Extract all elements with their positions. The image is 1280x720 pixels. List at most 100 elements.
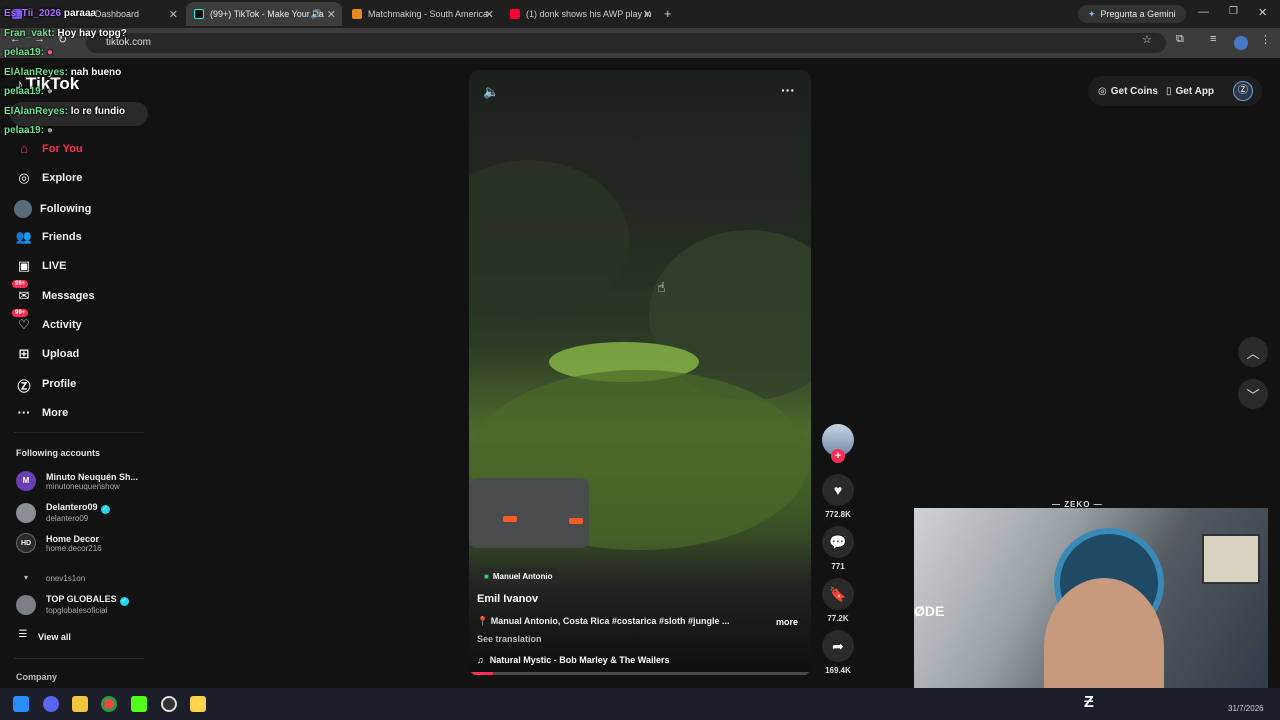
nav-explore[interactable]: ◎ Explore xyxy=(14,170,82,186)
following-account[interactable]: HD Home Decor home.decor216 xyxy=(16,533,146,553)
close-icon[interactable]: ✕ xyxy=(169,8,178,21)
chat-message: pelaa19: ● xyxy=(4,86,53,97)
home-icon: ⌂ xyxy=(20,141,28,156)
bookmark-star-icon[interactable]: ☆ xyxy=(1142,33,1152,46)
close-icon[interactable]: ✕ xyxy=(327,8,336,21)
following-account[interactable]: ▾ onev1s1on xyxy=(16,568,146,588)
location-tag[interactable]: ■ Manuel Antonio xyxy=(479,568,558,584)
nav-label: Following xyxy=(40,203,92,215)
chat-message: ElAlanReyes: nah bueno xyxy=(4,67,122,78)
browser-tab[interactable]: Matchmaking - South America ✕ xyxy=(344,2,500,26)
account-name: Minuto Neuquén Sh... xyxy=(46,471,138,482)
nav-more[interactable]: ··· More xyxy=(14,405,69,421)
profile-avatar[interactable] xyxy=(1234,36,1248,50)
sidebar: ♪ TikTok ⌕ ⌂ For You ◎ Explore Following… xyxy=(0,58,150,688)
browser-tab-active[interactable]: (99+) TikTok - Make Your Da 🔊 ✕ xyxy=(186,2,342,26)
volume-icon[interactable]: 🔈 xyxy=(483,84,499,100)
get-app-button[interactable]: ▯ Get App xyxy=(1166,80,1214,102)
next-video-button[interactable]: ﹀ xyxy=(1238,379,1268,409)
avatar: M xyxy=(16,471,36,491)
nav-label: Friends xyxy=(42,231,82,243)
media-queue-icon[interactable]: ≡ xyxy=(1210,33,1216,45)
extensions-icon[interactable]: ⧉ xyxy=(1176,33,1184,46)
app-icon[interactable] xyxy=(190,696,206,712)
account-name: Home Decor xyxy=(46,533,100,544)
video-progress-track[interactable] xyxy=(469,672,811,675)
nav-label: For You xyxy=(42,143,83,155)
comment-button[interactable]: 💬 xyxy=(822,526,854,558)
location-label: Manuel Antonio xyxy=(492,571,553,581)
chat-message: ElAlanReyes: lo re fundio xyxy=(4,106,126,117)
speaker-icon[interactable]: 🔊 xyxy=(311,9,322,20)
close-icon[interactable]: ✕ xyxy=(485,8,494,21)
video-player[interactable]: 🔈 ··· ■ Manuel Antonio Emil Ivanov 📍 Man… xyxy=(469,70,811,676)
nav-for-you[interactable]: ⌂ For You xyxy=(14,141,83,157)
account-name: TOP GLOBALES xyxy=(46,594,117,604)
user-avatar-button[interactable]: Ⓩ xyxy=(1233,81,1253,101)
list-icon: ☰ xyxy=(18,629,28,640)
nav-activity[interactable]: ♡ 99+ Activity xyxy=(12,309,82,333)
nav-label: Upload xyxy=(42,348,80,360)
activity-icon: ♡ 99+ xyxy=(12,309,34,333)
heart-icon: ♥ xyxy=(833,482,843,498)
see-translation-link[interactable]: See translation xyxy=(477,634,542,644)
wolf-avatar-icon: ▾ xyxy=(23,573,28,582)
following-account[interactable]: M Minuto Neuquén Sh... minutoneuquenshow xyxy=(16,471,146,491)
discord-icon[interactable] xyxy=(43,696,59,712)
minimize-button[interactable]: — xyxy=(1198,6,1209,18)
browser-tab[interactable]: (1) donk shows his AWP play in ✕ xyxy=(502,2,658,26)
browser-toolbar: ← → ↻ tiktok.com ☆ ⧉ ≡ ⋮ xyxy=(0,28,1280,58)
windows-start-icon[interactable] xyxy=(13,696,29,712)
account-handle: delantero09 xyxy=(46,514,89,523)
verified-icon: ✓ xyxy=(100,505,110,514)
faceit-favicon-icon xyxy=(352,9,362,19)
tab-title: Matchmaking - South America xyxy=(368,9,489,19)
nav-upload[interactable]: ⊞ Upload xyxy=(14,346,80,362)
company-link[interactable]: Company xyxy=(16,672,57,682)
music-title: Natural Mystic - Bob Marley & The Wailer… xyxy=(489,655,670,665)
caption-more-button[interactable]: more xyxy=(776,617,798,627)
following-account[interactable]: Delantero09 ✓ delantero09 xyxy=(16,502,146,523)
video-author[interactable]: Emil Ivanov xyxy=(477,593,538,605)
maximize-button[interactable]: ❐ xyxy=(1229,6,1238,17)
nav-friends[interactable]: 👥 Friends xyxy=(14,229,82,245)
get-app-label: Get App xyxy=(1175,85,1215,97)
address-bar[interactable]: tiktok.com xyxy=(86,33,1166,53)
video-progress-fill xyxy=(469,672,493,675)
kick-icon[interactable] xyxy=(131,696,147,712)
new-tab-button[interactable]: + xyxy=(664,6,672,21)
youtube-favicon-icon xyxy=(510,9,520,19)
like-button[interactable]: ♥ xyxy=(822,474,854,506)
avatar: HD xyxy=(16,533,36,553)
chat-message: Es_Tii_2026 paraaa xyxy=(4,8,97,19)
music-link[interactable]: ♫ Natural Mystic - Bob Marley & The Wail… xyxy=(477,655,669,665)
view-all-link[interactable]: ☰ View all xyxy=(16,629,71,645)
window-close-button[interactable]: ✕ xyxy=(1258,6,1267,19)
close-icon[interactable]: ✕ xyxy=(643,8,652,21)
zeko-logo-icon: Ƶ xyxy=(1084,694,1094,711)
nav-profile[interactable]: Ⓩ Profile xyxy=(14,376,76,394)
nav-live[interactable]: ▣ LIVE xyxy=(14,258,67,274)
folder-icon[interactable] xyxy=(72,696,88,712)
divider xyxy=(14,658,144,659)
following-account[interactable]: TOP GLOBALES ✓ topglobalesoficial xyxy=(16,594,146,615)
account-handle: topglobalesoficial xyxy=(46,606,108,615)
account-handle: onev1s1on xyxy=(46,573,86,583)
nav-label: Explore xyxy=(42,172,83,184)
previous-video-button[interactable]: ︿ xyxy=(1238,337,1268,367)
share-button[interactable]: ➦ xyxy=(822,630,854,662)
save-button[interactable]: 🔖 xyxy=(822,578,854,610)
car xyxy=(469,478,589,548)
nav-messages[interactable]: ✉ 99+ Messages xyxy=(12,280,95,304)
nav-following[interactable]: Following xyxy=(14,200,91,218)
get-coins-button[interactable]: ◎ Get Coins xyxy=(1098,80,1158,102)
chrome-icon[interactable] xyxy=(101,696,117,712)
gemini-button[interactable]: ✦ Pregunta a Gemini xyxy=(1078,5,1186,23)
emote-icon: ● xyxy=(46,47,53,58)
more-options-icon[interactable]: ··· xyxy=(781,82,795,98)
follow-plus-button[interactable]: + xyxy=(831,449,845,463)
following-heading: Following accounts xyxy=(16,448,101,458)
chrome-menu-icon[interactable]: ⋮ xyxy=(1260,33,1271,46)
live-icon: ▣ xyxy=(17,258,31,273)
obs-icon[interactable] xyxy=(161,696,177,712)
